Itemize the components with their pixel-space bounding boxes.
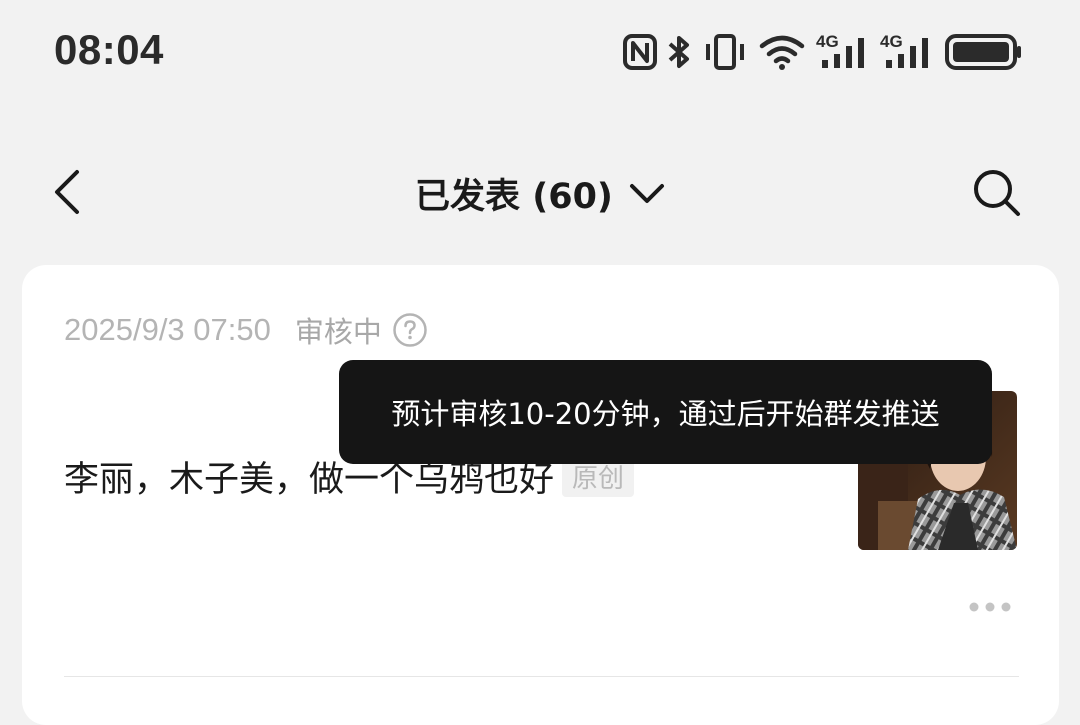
article-meta: 2025/9/3 07:50 审核中: [64, 309, 428, 351]
review-time-tooltip: 预计审核10-20分钟，通过后开始群发推送: [339, 360, 992, 464]
search-button[interactable]: [968, 164, 1024, 220]
help-icon[interactable]: [392, 312, 428, 348]
page-title: 已发表 (60): [415, 177, 613, 217]
article-card[interactable]: 2025/9/3 07:50 审核中 李丽，木子美，做一个乌鸦也好 原创: [22, 265, 1059, 725]
status-icons: 4G 4G: [620, 30, 1024, 74]
search-icon: [974, 170, 1020, 216]
status-time: 08:04: [54, 26, 164, 73]
chevron-down-icon: [629, 183, 664, 203]
header-title-row: 已发表 (60): [0, 168, 1080, 219]
published-filter-dropdown[interactable]: 已发表 (60): [415, 168, 665, 219]
signal-4g-icon: 4G: [880, 32, 928, 68]
article-date: 2025/9/3 07:50: [64, 312, 271, 347]
network-label-1: 4G: [816, 32, 839, 51]
signal-4g-icon: 4G: [816, 32, 864, 68]
divider: [64, 676, 1019, 677]
wifi-icon: [759, 35, 805, 70]
more-dots-icon: [969, 602, 1011, 612]
bluetooth-icon: [668, 36, 689, 68]
tooltip-text: 预计审核10-20分钟，通过后开始群发推送: [391, 397, 940, 431]
network-label-2: 4G: [880, 32, 903, 51]
battery-icon: [945, 34, 1021, 70]
review-status: 审核中: [294, 315, 382, 349]
more-button[interactable]: [967, 595, 1013, 619]
nfc-icon: [623, 34, 657, 70]
vibrate-icon: [706, 34, 744, 70]
